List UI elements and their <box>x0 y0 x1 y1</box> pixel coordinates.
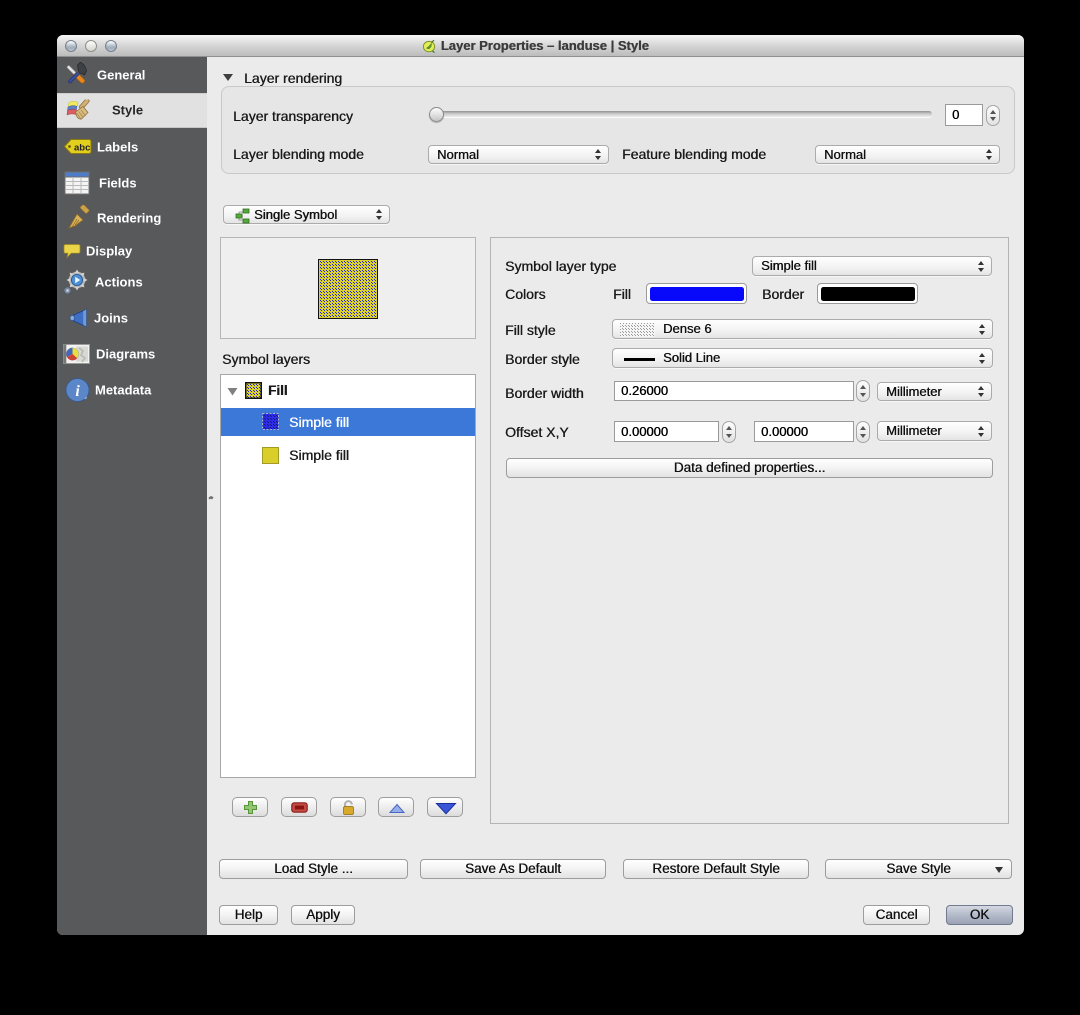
svg-text:abc: abc <box>74 142 90 153</box>
svg-text:i: i <box>75 383 80 400</box>
